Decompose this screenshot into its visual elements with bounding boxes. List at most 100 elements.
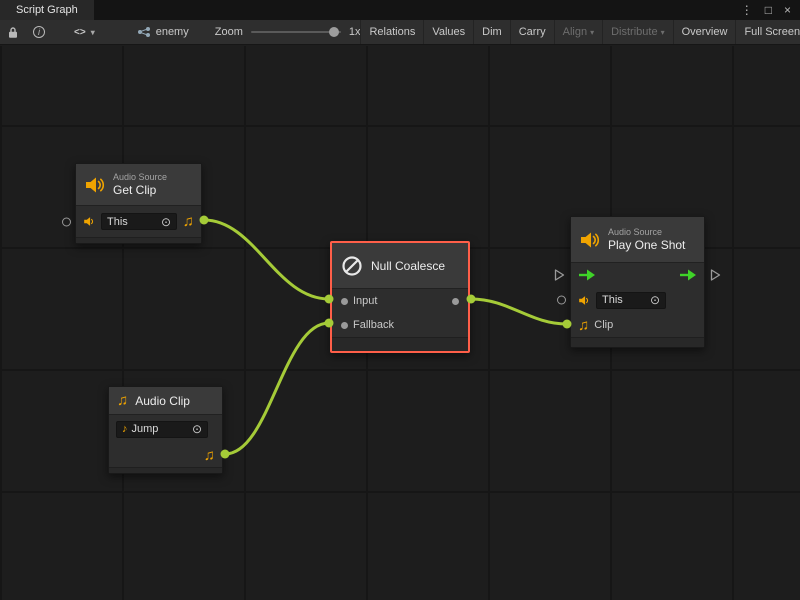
close-icon[interactable]: × [784,4,791,16]
lock-button[interactable] [0,20,26,44]
node-play-one-shot-titles: Audio Source Play One Shot [608,227,685,252]
audio-source-icon [579,229,601,251]
wire-audioclip-to-fallback[interactable] [225,323,329,454]
node-title: Get Clip [113,183,167,197]
zoom-slider-handle[interactable] [329,27,339,37]
toolbar-buttons: Relations Values Dim Carry Align ▾ Distr… [360,20,800,44]
audio-clip-type-icon: ♫ [578,318,589,333]
object-picker-icon[interactable]: ⊙ [192,423,202,435]
info-letter: i [38,27,40,37]
distribute-label: Distribute [611,26,657,38]
values-label: Values [432,26,465,38]
node-footer [76,237,201,243]
node-play-one-shot-header[interactable]: Audio Source Play One Shot [571,217,704,263]
null-coalesce-fallback-row: Fallback [332,313,468,337]
speaker-icon [83,215,96,228]
flow-input-port[interactable] [554,268,565,282]
result-output-port[interactable] [452,298,459,305]
input-port-label: Input [353,295,377,307]
fullscreen-button[interactable]: Full Screen [735,20,800,44]
node-play-one-shot[interactable]: Audio Source Play One Shot [570,216,705,348]
play-one-shot-target-field[interactable]: This ⊙ [596,292,666,309]
dim-button[interactable]: Dim [473,20,510,44]
info-button[interactable]: i [26,20,52,44]
node-audio-clip[interactable]: ♫ Audio Clip ♪ Jump ⊙ ♫ [108,386,223,474]
audio-clip-icon: ♫ [117,393,128,408]
audio-source-icon [84,174,106,196]
get-clip-target-field[interactable]: This ⊙ [101,213,177,230]
target-input-port[interactable] [62,217,71,226]
fallback-port-label: Fallback [353,319,394,331]
node-audio-clip-header[interactable]: ♫ Audio Clip [109,387,222,415]
node-null-coalesce[interactable]: Null Coalesce Input Fallback [330,241,470,353]
script-graph-window: Script Graph ⋮ □ × i <> ▾ [0,0,800,600]
carry-label: Carry [519,26,546,38]
node-title: Null Coalesce [371,259,445,273]
node-get-clip[interactable]: Audio Source Get Clip This ⊙ ♫ [75,163,202,244]
object-picker-icon[interactable]: ⊙ [650,294,660,306]
speaker-icon [578,294,591,307]
null-coalesce-icon [340,254,364,278]
align-label: Align [563,26,587,38]
graph-canvas[interactable]: Audio Source Get Clip This ⊙ ♫ [0,46,800,600]
tab-script-graph[interactable]: Script Graph [0,0,94,20]
target-value: This [107,216,128,228]
wire-result-to-clip[interactable] [471,299,567,324]
audio-clip-object-field[interactable]: ♪ Jump ⊙ [116,421,208,438]
graph-toolbar: i <> ▾ enemy Zoom 1x Relat [0,20,800,45]
lock-icon [7,26,19,39]
target-input-port[interactable] [557,296,566,305]
node-footer [109,467,222,473]
zoom-control: Zoom 1x [215,20,361,44]
values-button[interactable]: Values [423,20,473,44]
play-one-shot-clip-row: ♫ Clip [571,313,704,337]
node-title: Play One Shot [608,238,685,252]
node-get-clip-header[interactable]: Audio Source Get Clip [76,164,201,206]
flow-port-triangle-icon [554,268,565,282]
node-footer [332,337,468,351]
audio-clip-output-row: ♫ [109,443,222,467]
null-coalesce-input-row: Input [332,289,468,313]
node-footer [571,337,704,347]
clip-port-label: Clip [594,319,613,331]
carry-button[interactable]: Carry [510,20,554,44]
chevron-down-icon: ▾ [661,28,665,37]
chevron-down-icon: ▾ [91,28,95,37]
info-icon: i [33,26,45,38]
fallback-port[interactable] [341,322,348,329]
window-controls: ⋮ □ × [741,0,800,20]
zoom-label: Zoom [215,26,243,38]
zoom-slider[interactable] [251,31,341,33]
node-get-clip-titles: Audio Source Get Clip [113,172,167,197]
tab-bar: Script Graph ⋮ □ × [0,0,800,20]
flow-out-arrow-icon [679,269,697,281]
get-clip-target-row: This ⊙ ♫ [76,206,201,237]
distribute-button: Distribute ▾ [602,20,672,44]
audio-clip-value: Jump [132,423,159,435]
target-value: This [602,294,623,306]
wire-getclip-to-input[interactable] [204,220,329,299]
object-picker-icon[interactable]: ⊙ [161,216,171,228]
graph-name: enemy [156,26,189,38]
relations-label: Relations [369,26,415,38]
code-view-button[interactable]: <> ▾ [74,20,95,44]
flow-in-arrow-icon [578,269,596,281]
overview-button[interactable]: Overview [673,20,736,44]
kebab-menu-icon[interactable]: ⋮ [741,4,753,16]
play-one-shot-flow-row [571,263,704,287]
audio-clip-value-row: ♪ Jump ⊙ [109,415,222,443]
dim-label: Dim [482,26,502,38]
node-category: Audio Source [608,227,685,238]
fullscreen-label: Full Screen [744,26,800,38]
zoom-value: 1x [349,26,361,38]
play-one-shot-target-row: This ⊙ [571,287,704,313]
node-title: Audio Clip [135,394,190,408]
flow-output-port[interactable] [710,268,721,282]
relations-button[interactable]: Relations [360,20,423,44]
audio-clip-output-icon: ♫ [204,448,215,463]
graph-breadcrumb[interactable]: enemy [137,20,189,44]
node-null-coalesce-header[interactable]: Null Coalesce [332,243,468,289]
input-port[interactable] [341,298,348,305]
maximize-icon[interactable]: □ [765,4,772,16]
node-category: Audio Source [113,172,167,183]
